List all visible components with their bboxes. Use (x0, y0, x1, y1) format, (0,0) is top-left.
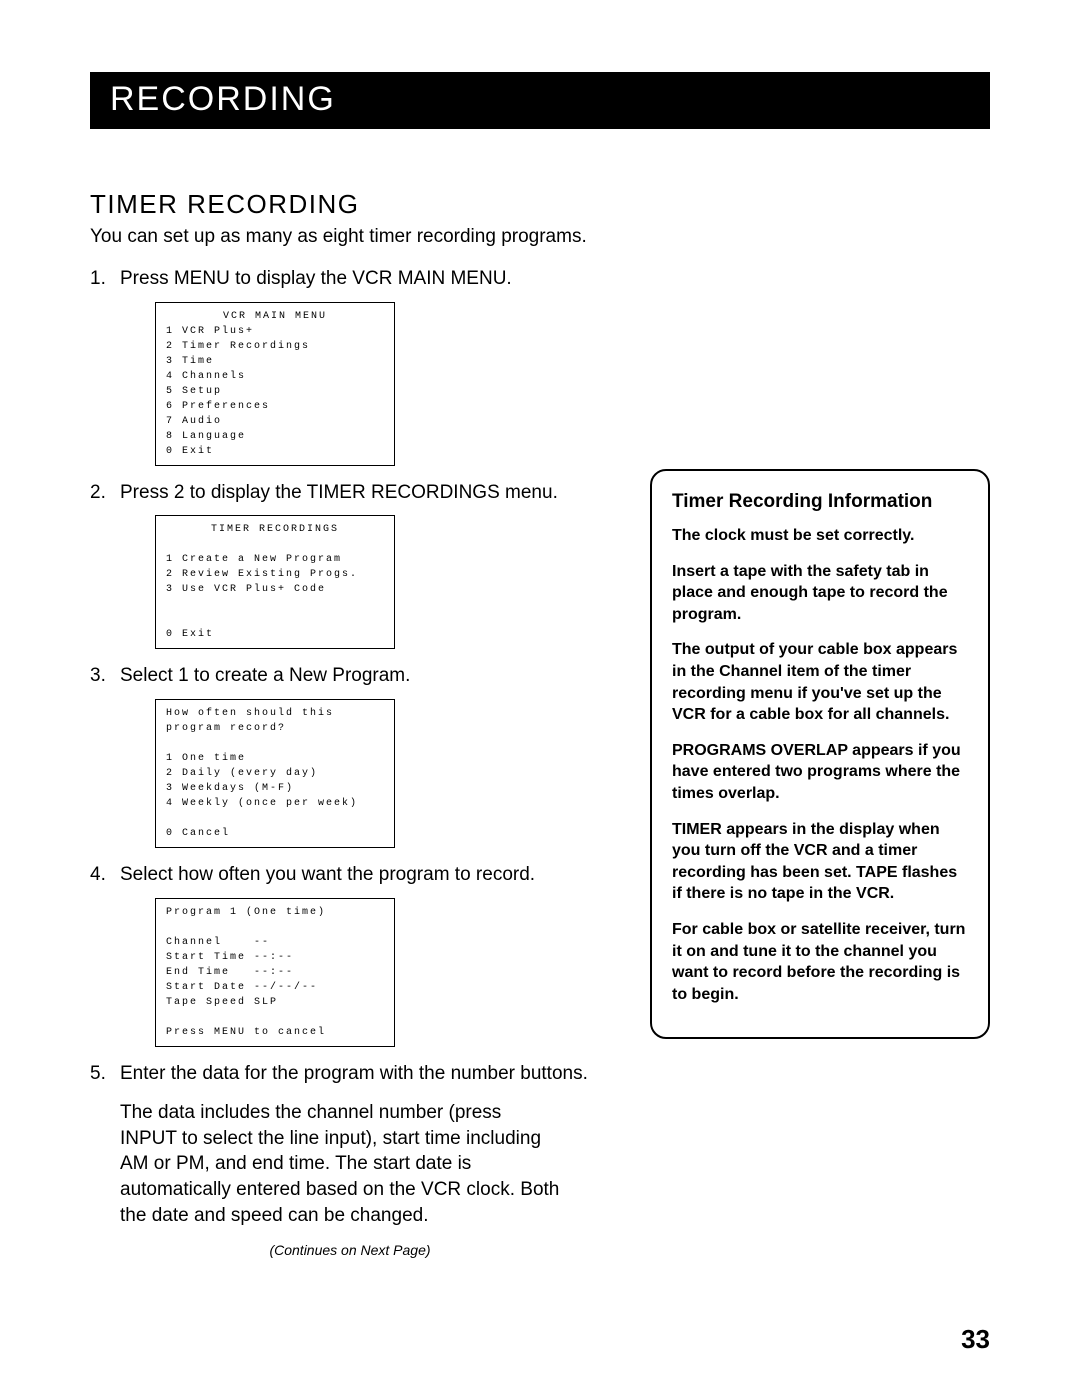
step-3-text: Select 1 to create a New Program. (120, 665, 410, 686)
timer-recordings-menu-box: TIMER RECORDINGS 1 Create a New Program … (155, 515, 395, 649)
menu-line: 7 Audio (166, 416, 222, 427)
step-1-text: Press MENU to display the VCR MAIN MENU. (120, 268, 512, 289)
step-4-text: Select how often you want the program to… (120, 864, 535, 885)
info-paragraph: TIMER appears in the display when you tu… (672, 819, 968, 905)
menu-line: Tape Speed SLP (166, 997, 278, 1008)
menu-line: program record? (166, 723, 286, 734)
menu-line: 0 Exit (166, 446, 214, 457)
steps-list: Press MENU to display the VCR MAIN MENU.… (90, 266, 610, 1086)
step-5-text: Enter the data for the program with the … (120, 1063, 588, 1084)
info-box-title: Timer Recording Information (672, 491, 968, 513)
menu-line: 3 Use VCR Plus+ Code (166, 584, 326, 595)
chapter-header: Recording (90, 72, 990, 129)
menu-line: 3 Time (166, 356, 214, 367)
step-3: Select 1 to create a New Program. How of… (90, 663, 610, 848)
sidebar-column: Timer Recording Information The clock mu… (650, 469, 990, 1039)
menu-line: Program 1 (One time) (166, 907, 326, 918)
menu-line: End Time --:-- (166, 967, 294, 978)
program-menu-box: Program 1 (One time) Channel -- Start Ti… (155, 898, 395, 1047)
info-paragraph: Insert a tape with the safety tab in pla… (672, 561, 968, 626)
menu-line: 1 Create a New Program (166, 554, 342, 565)
frequency-menu-box: How often should this program record? 1 … (155, 699, 395, 848)
menu-line: 1 VCR Plus+ (166, 326, 254, 337)
chapter-title: Recording (110, 80, 970, 119)
menu-line: 2 Daily (every day) (166, 768, 318, 779)
menu-line: Press MENU to cancel (166, 1027, 326, 1038)
intro-text: You can set up as many as eight timer re… (90, 226, 610, 248)
info-paragraph: The clock must be set correctly. (672, 525, 968, 547)
menu-line: Channel -- (166, 937, 270, 948)
vcr-main-menu-box: VCR MAIN MENU 1 VCR Plus+ 2 Timer Recordi… (155, 302, 395, 466)
main-column: Timer Recording You can set up as many a… (90, 189, 610, 1258)
menu-title: TIMER RECORDINGS (166, 522, 384, 537)
menu-line: 4 Weekly (once per week) (166, 798, 358, 809)
menu-line: Start Time --:-- (166, 952, 294, 963)
menu-line: Start Date --/--/-- (166, 982, 318, 993)
menu-line: 0 Cancel (166, 828, 230, 839)
step-4: Select how often you want the program to… (90, 862, 610, 1047)
menu-line: 8 Language (166, 431, 246, 442)
menu-line: 0 Exit (166, 629, 214, 640)
step-5-detail: The data includes the channel number (pr… (120, 1100, 560, 1228)
page-number: 33 (961, 1324, 990, 1355)
info-paragraph: The output of your cable box appears in … (672, 639, 968, 725)
menu-title: VCR MAIN MENU (166, 309, 384, 324)
menu-line: 2 Review Existing Progs. (166, 569, 358, 580)
step-2: Press 2 to display the TIMER RECORDINGS … (90, 480, 610, 650)
step-2-text: Press 2 to display the TIMER RECORDINGS … (120, 482, 558, 503)
menu-line: 6 Preferences (166, 401, 270, 412)
menu-line: 3 Weekdays (M-F) (166, 783, 294, 794)
info-paragraph: PROGRAMS OVERLAP appears if you have ent… (672, 740, 968, 805)
timer-recording-info-box: Timer Recording Information The clock mu… (650, 469, 990, 1039)
menu-line: 2 Timer Recordings (166, 341, 310, 352)
step-5: Enter the data for the program with the … (90, 1061, 610, 1087)
section-title: Timer Recording (90, 189, 610, 220)
content-columns: Timer Recording You can set up as many a… (90, 189, 990, 1258)
menu-line: How often should this (166, 708, 334, 719)
page: Recording Timer Recording You can set up… (0, 0, 1080, 1397)
continues-note: (Continues on Next Page) (90, 1242, 610, 1258)
menu-line: 5 Setup (166, 386, 222, 397)
menu-line: 1 One time (166, 753, 246, 764)
info-paragraph: For cable box or satellite receiver, tur… (672, 919, 968, 1005)
step-1: Press MENU to display the VCR MAIN MENU.… (90, 266, 610, 466)
menu-line: 4 Channels (166, 371, 246, 382)
